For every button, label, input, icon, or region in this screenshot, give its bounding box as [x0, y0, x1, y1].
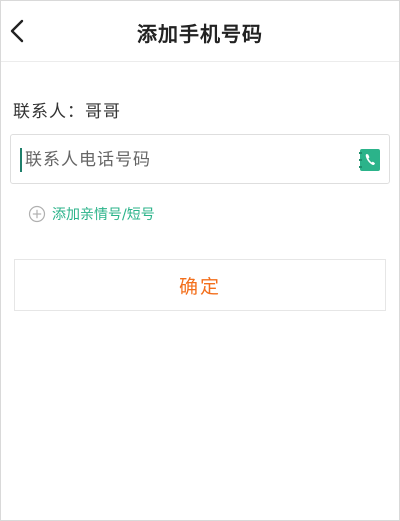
screen: 添加手机号码 联系人：哥哥 添加亲情号/短号 确定: [0, 0, 400, 521]
phone-field[interactable]: [10, 134, 390, 184]
plus-circle-icon: [28, 205, 46, 223]
page-title: 添加手机号码: [137, 22, 263, 46]
text-cursor: [20, 148, 22, 172]
confirm-button[interactable]: 确定: [14, 259, 386, 311]
add-family-number-label: 添加亲情号/短号: [52, 207, 155, 223]
contact-label: 联系人：哥哥: [13, 102, 121, 122]
contact-picker-button[interactable]: [359, 148, 381, 172]
phone-input[interactable]: [25, 147, 345, 173]
add-family-number-link[interactable]: 添加亲情号/短号: [28, 203, 155, 225]
phone-book-icon: [359, 149, 380, 171]
nav-bar: 添加手机号码: [1, 1, 399, 62]
